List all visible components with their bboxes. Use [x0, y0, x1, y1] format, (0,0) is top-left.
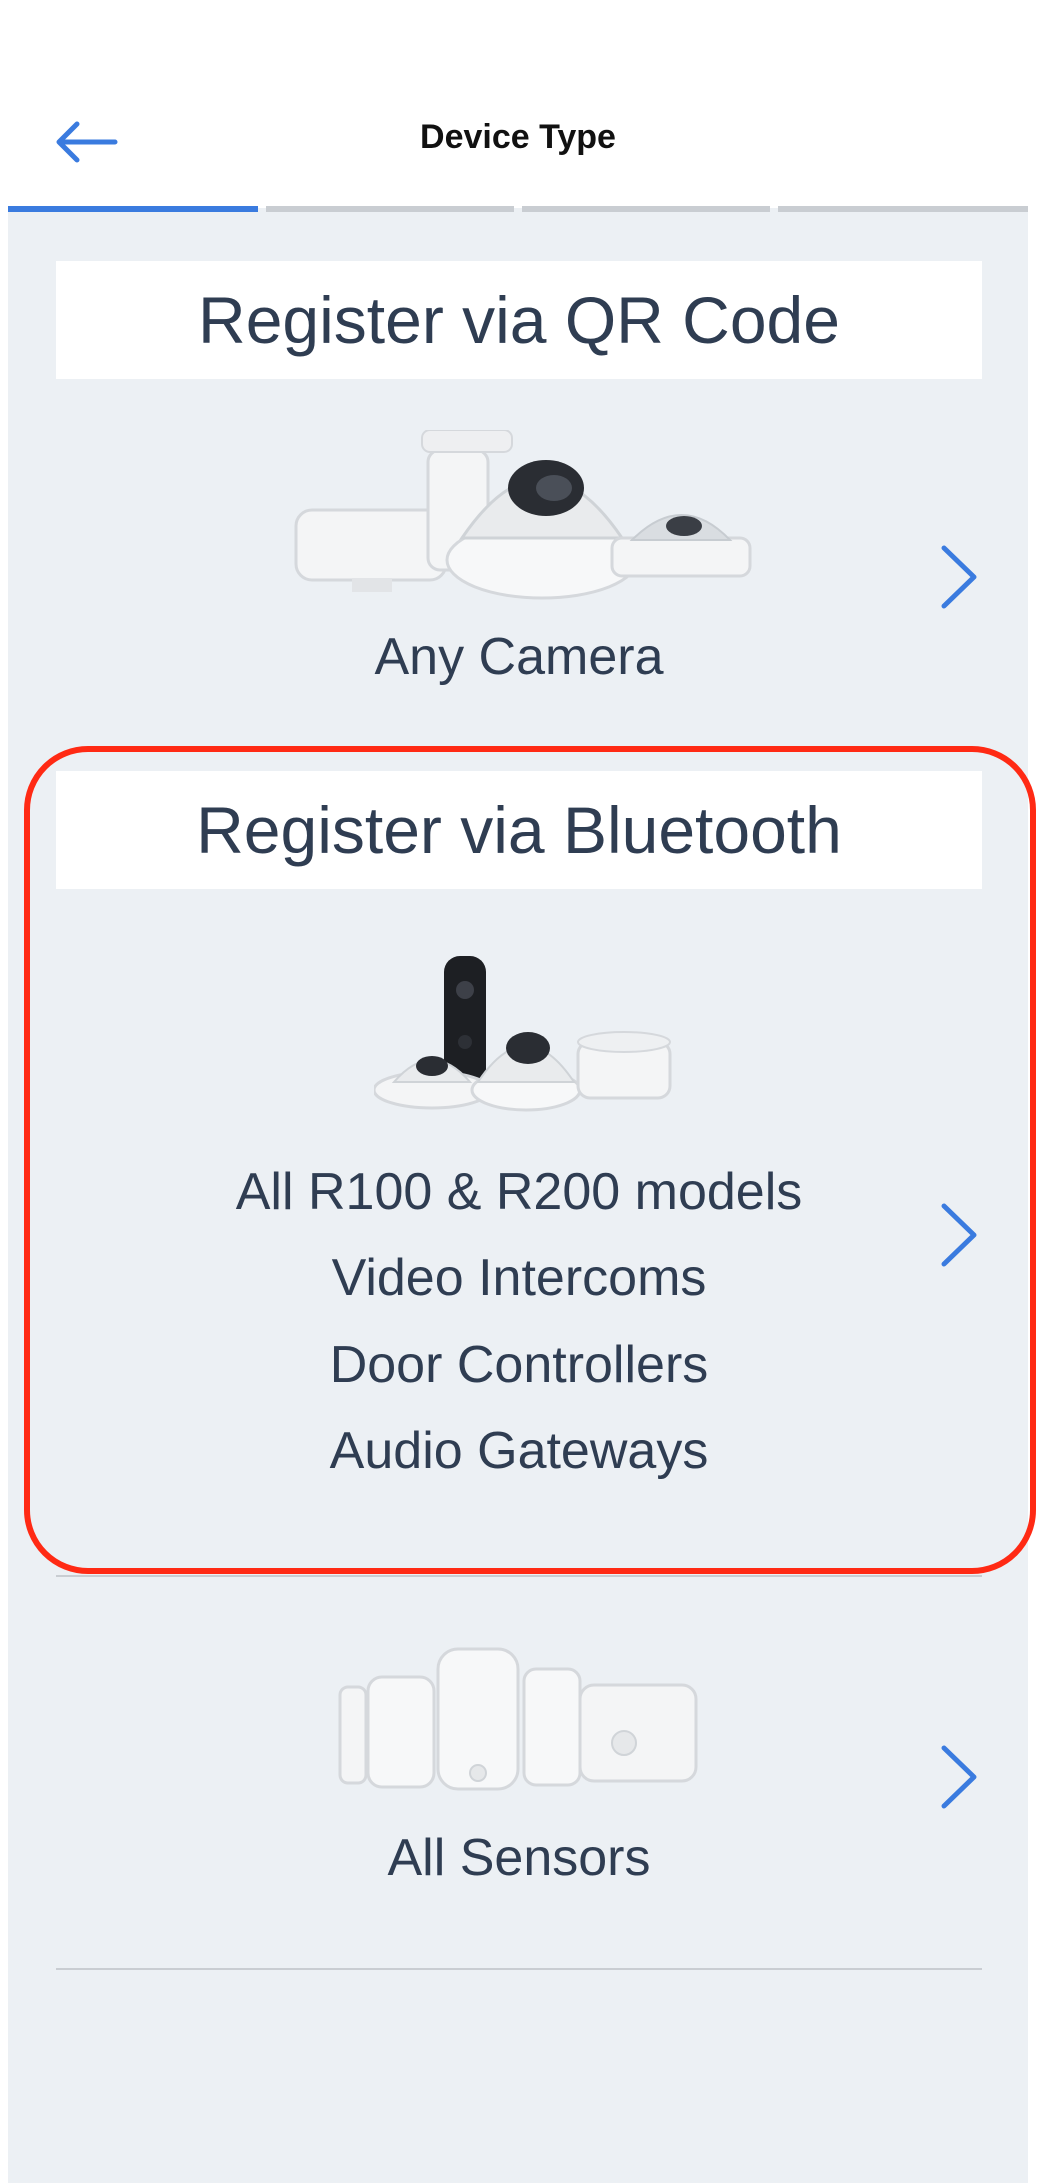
option-any-camera[interactable]: Any Camera — [56, 429, 982, 720]
option-line-4: Audio Gateways — [329, 1422, 709, 1480]
option-line-3: Door Controllers — [329, 1336, 709, 1394]
option-label: All Sensors — [387, 1829, 651, 1887]
section-title-bluetooth: Register via Bluetooth — [56, 771, 982, 889]
option-line-1: All R100 & R200 models — [235, 1163, 803, 1221]
page-title: Device Type — [420, 118, 616, 156]
section-title-qr: Register via QR Code — [56, 261, 982, 379]
option-label: Any Camera — [374, 628, 664, 686]
bluetooth-product-image — [372, 950, 674, 1120]
progress-step-3 — [522, 206, 770, 212]
progress-step-2 — [266, 206, 514, 212]
progress-step-4 — [778, 206, 1028, 212]
sensors-product-image — [338, 1645, 698, 1800]
option-bluetooth-devices[interactable]: All R100 & R200 models Video Intercoms D… — [56, 950, 982, 1510]
chevron-right-icon — [941, 1745, 977, 1809]
divider — [56, 1575, 982, 1577]
option-line-2: Video Intercoms — [331, 1249, 707, 1307]
option-all-sensors[interactable]: All Sensors — [56, 1645, 982, 1905]
progress-step-1 — [8, 206, 258, 212]
camera-product-image — [292, 429, 752, 615]
chevron-right-icon — [941, 545, 977, 609]
chevron-right-icon — [941, 1203, 977, 1267]
divider — [56, 1968, 982, 1970]
